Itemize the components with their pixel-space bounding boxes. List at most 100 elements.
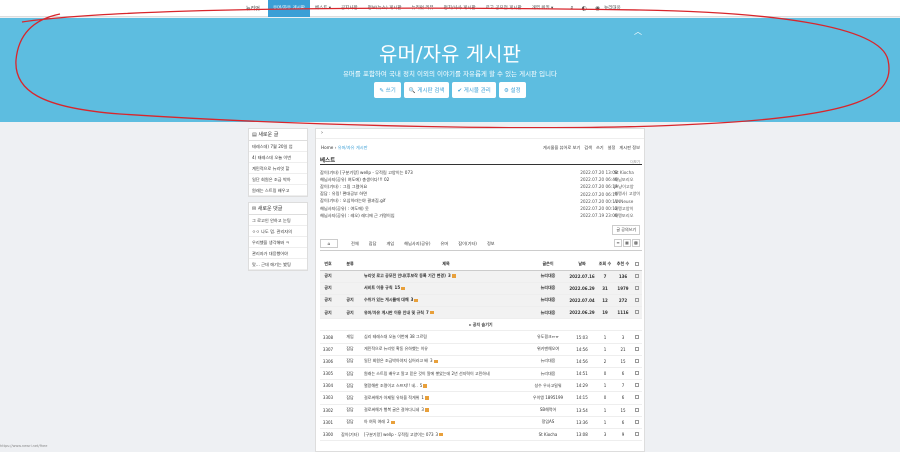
table-row[interactable]: 3301 잡담 아 여직 여래 2 정임AS 13:36 1 6: [320, 416, 642, 429]
select-all-checkbox[interactable]: [632, 259, 642, 271]
sidebar-comment[interactable]: 그 로고인 안하고 눈팅: [249, 215, 307, 226]
crumb-board[interactable]: 유머/자유 게시판: [338, 145, 368, 150]
best-item[interactable]: 잡이(기타) : 오심히라는야 결과집.gif 2022.07.20 00:11 A…: [320, 198, 642, 205]
best-item[interactable]: 해님사지(공유) : 여도에) 옷 2022.07.20 00:12 해맹고양이: [320, 205, 642, 212]
table-row[interactable]: 3308 게임 심리 테레스대 오늘 이번에 38 그르림 유도핑크ㅠㅠ 15:03 1 3: [320, 330, 642, 344]
gallery-view-icon[interactable]: ▩: [632, 239, 640, 247]
post-title-text[interactable]: 걸로써해가 아제밀 유처을 적게위: [364, 395, 419, 400]
sidebar-comment[interactable]: 관리자가 대응했어야: [249, 248, 307, 259]
post-title[interactable]: [구분기랑] wellp - 무적림 고양이는 073 3: [364, 428, 528, 442]
board-search-button[interactable]: 🔍 게시판 검색: [403, 82, 450, 98]
category-tab[interactable]: 잡이(기타): [453, 241, 482, 247]
post-title[interactable]: 원래는 스트링 배우고 알고 믿은 것이 알에 쌓았는데 2년 선지력이 고민하…: [364, 367, 528, 381]
sidebar-post[interactable]: 태레스데) 7월 20일 업: [249, 141, 307, 152]
row-checkbox[interactable]: [632, 294, 642, 308]
post-author[interactable]: 위키맨해오여: [528, 343, 568, 356]
post-author[interactable]: 유도핑크ㅠㅠ: [528, 330, 568, 344]
best-item[interactable]: 해님사지(공유) : 레오) 레디에 근 가명이임 2022.07.19 23:0…: [320, 212, 642, 219]
tool-settings[interactable]: 설정: [608, 145, 616, 151]
table-row[interactable]: 3302 잡담 걸로써해가 행복 굴은 걸어다니네 3 SB해먹어 13:54 1 15: [320, 404, 642, 417]
post-title-text[interactable]: 걸로써해가 행복 굴은 걸어다니네: [364, 407, 419, 412]
row-checkbox[interactable]: [632, 367, 642, 381]
nav-wiki[interactable]: 개역 위키 ▾: [527, 0, 559, 17]
post-author[interactable]: 정임AS: [528, 416, 568, 429]
search-icon[interactable]: ⌕: [566, 4, 577, 12]
post-title-text[interactable]: 뉴리엇 로고 공모전 안내(후보작 등록 기간 변경): [364, 273, 446, 278]
table-row[interactable]: 3300 잡이(기타) [구분기랑] wellp - 무적림 고양이는 073 3 St…: [320, 428, 642, 442]
row-checkbox[interactable]: [632, 428, 642, 442]
manage-posts-button[interactable]: ✔ 게시물 관리: [452, 82, 496, 98]
post-author[interactable]: 뉴리대웅: [528, 355, 568, 369]
post-title-text[interactable]: 원래는 스트링 배우고 알고 믿은 것이 알에 쌓았는데 2년 선지력이 고민하…: [364, 371, 490, 376]
sidebar-comment[interactable]: 맛... 근데 애기는 봤팅: [249, 259, 307, 270]
write-post-button[interactable]: 글 공의쓰기: [612, 225, 640, 235]
col-votes[interactable]: 추천 수: [614, 259, 632, 271]
site-logo[interactable]: 뉴리엇.: [246, 5, 268, 12]
post-author[interactable]: St Kiocha: [528, 428, 568, 442]
post-title-text[interactable]: [구분기랑] wellp - 무적림 고양이는 073: [364, 432, 434, 437]
collapse-caret-icon[interactable]: ︿: [634, 26, 642, 37]
col-number[interactable]: 번호: [320, 259, 336, 271]
hide-notices-toggle[interactable]: ▸ 공지 숨기기: [320, 318, 642, 332]
sidebar-post[interactable]: 일단 회원은 조금 박아: [249, 174, 307, 185]
category-tab[interactable]: 해님사지(공유): [399, 241, 435, 247]
row-checkbox[interactable]: [632, 391, 642, 405]
row-checkbox[interactable]: [632, 343, 642, 356]
row-checkbox[interactable]: [632, 355, 642, 369]
nav-humor-board[interactable]: 유머/자유 게시판: [268, 0, 310, 17]
post-title-text[interactable]: 일단 회원은 조금박아야지 심어라고 배: [364, 358, 428, 363]
user-name[interactable]: 뉴리대웅: [604, 0, 626, 17]
best-item[interactable]: 해님사지(공유) 여도에) 총생이다!!! 02 2022.07.20 06:40…: [320, 176, 642, 183]
row-checkbox[interactable]: [632, 416, 642, 429]
chevron-right-icon[interactable]: ›: [316, 129, 644, 139]
user-avatar-icon[interactable]: ◉: [591, 5, 604, 12]
list-view-icon[interactable]: ≡: [614, 239, 622, 247]
nav-notice[interactable]: 공지사항: [336, 0, 363, 17]
table-row[interactable]: 3307 잡담 게민적으로 뉴리엇 확동 유하했는 이유 위키맨해오여 14:56 1 21: [320, 343, 642, 356]
col-title[interactable]: 제목: [364, 259, 528, 271]
best-item[interactable]: 잡이(기타) : 그림 그렸어요 2022.07.20 06:19 JA냥이고양: [320, 183, 642, 190]
table-row[interactable]: 공지 공지 유머/자유 게시판 이용 안내 및 규칙 7 뉴리대웅 2022.06.29 1…: [320, 306, 642, 320]
crumb-home[interactable]: Home: [321, 145, 333, 150]
sidebar-comment[interactable]: ㅇㅇ 나도 멈. 관리자의: [249, 226, 307, 237]
table-row[interactable]: 공지 공지 수위가 있는 게시물에 대해 3 뉴리대웅 2022.07.04 12 272: [320, 294, 642, 308]
nav-politics[interactable]: 정치/사사 게시판: [439, 0, 481, 17]
post-title-text[interactable]: 멸망해한 조명이고 스프지!! 네..: [364, 383, 418, 388]
row-checkbox[interactable]: [632, 404, 642, 417]
post-title-text[interactable]: 아 여직 여래: [364, 419, 385, 424]
sidebar-post[interactable]: 원래는 스트링 배우고: [249, 185, 307, 196]
post-title[interactable]: 서비트 이용 규칙 15: [364, 282, 528, 295]
col-date[interactable]: 날짜: [568, 259, 596, 271]
post-title-text[interactable]: 유머/자유 게시판 이용 안내 및 규칙: [364, 310, 424, 315]
post-title-text[interactable]: 수위가 있는 게시물에 대해: [364, 297, 409, 302]
settings-button[interactable]: ⚙ 설정: [498, 82, 526, 98]
post-author[interactable]: 뉴리대웅: [528, 270, 568, 283]
post-title[interactable]: 수위가 있는 게시물에 대해 3: [364, 294, 528, 308]
category-tab[interactable]: 전체: [346, 241, 364, 247]
table-row[interactable]: 공지 서비트 이용 규칙 15 뉴리대웅 2022.06.29 31 1979: [320, 282, 642, 295]
col-category[interactable]: 분류: [336, 259, 364, 271]
best-item[interactable]: 잡담 : 유링! 편대공부 하면 2022.07.20 06:19 해맹사) 고양이: [320, 191, 642, 198]
row-checkbox[interactable]: [632, 282, 642, 295]
post-author[interactable]: SB해먹어: [528, 404, 568, 417]
post-title[interactable]: 아 여직 여래 2: [364, 416, 528, 429]
grid-view-icon[interactable]: ▦: [623, 239, 631, 247]
category-tab[interactable]: 잡담: [364, 241, 382, 247]
table-row[interactable]: 3303 잡담 걸로써해가 아제밀 유처을 적게위 1 우이앵 1895199 14:15…: [320, 391, 642, 405]
category-tab[interactable]: 게임: [381, 241, 399, 247]
row-checkbox[interactable]: [632, 379, 642, 393]
post-author[interactable]: 뉴리대웅: [528, 294, 568, 308]
post-title-text[interactable]: 게민적으로 뉴리엇 확동 유하했는 이유: [364, 346, 428, 351]
contrast-icon[interactable]: ◐: [578, 5, 591, 12]
category-tab[interactable]: 정보: [482, 241, 500, 247]
post-title[interactable]: 뉴리엇 로고 공모전 안내(후보작 등록 기간 변경) 3: [364, 270, 528, 283]
tool-board-info[interactable]: 게시판 정보: [619, 145, 640, 151]
post-author[interactable]: 뉴리대웅: [528, 306, 568, 320]
post-title[interactable]: 걸로써해가 아제밀 유처을 적게위 1: [364, 391, 528, 405]
col-views[interactable]: 조회 수: [596, 259, 614, 271]
best-item[interactable]: 잡이(기타) [구분기랑] wellp - 무적림 고양이는 073 2022.0…: [320, 169, 642, 176]
post-title[interactable]: 게민적으로 뉴리엇 확동 유하했는 이유: [364, 343, 528, 356]
table-row[interactable]: 공지 뉴리엇 로고 공모전 안내(후보작 등록 기간 변경) 3 뉴리대웅 2022.0…: [320, 270, 642, 283]
post-title[interactable]: 멸망해한 조명이고 스프지!! 네.. 5: [364, 379, 528, 393]
post-title[interactable]: 일단 회원은 조금박아야지 심어라고 배3: [364, 355, 528, 369]
